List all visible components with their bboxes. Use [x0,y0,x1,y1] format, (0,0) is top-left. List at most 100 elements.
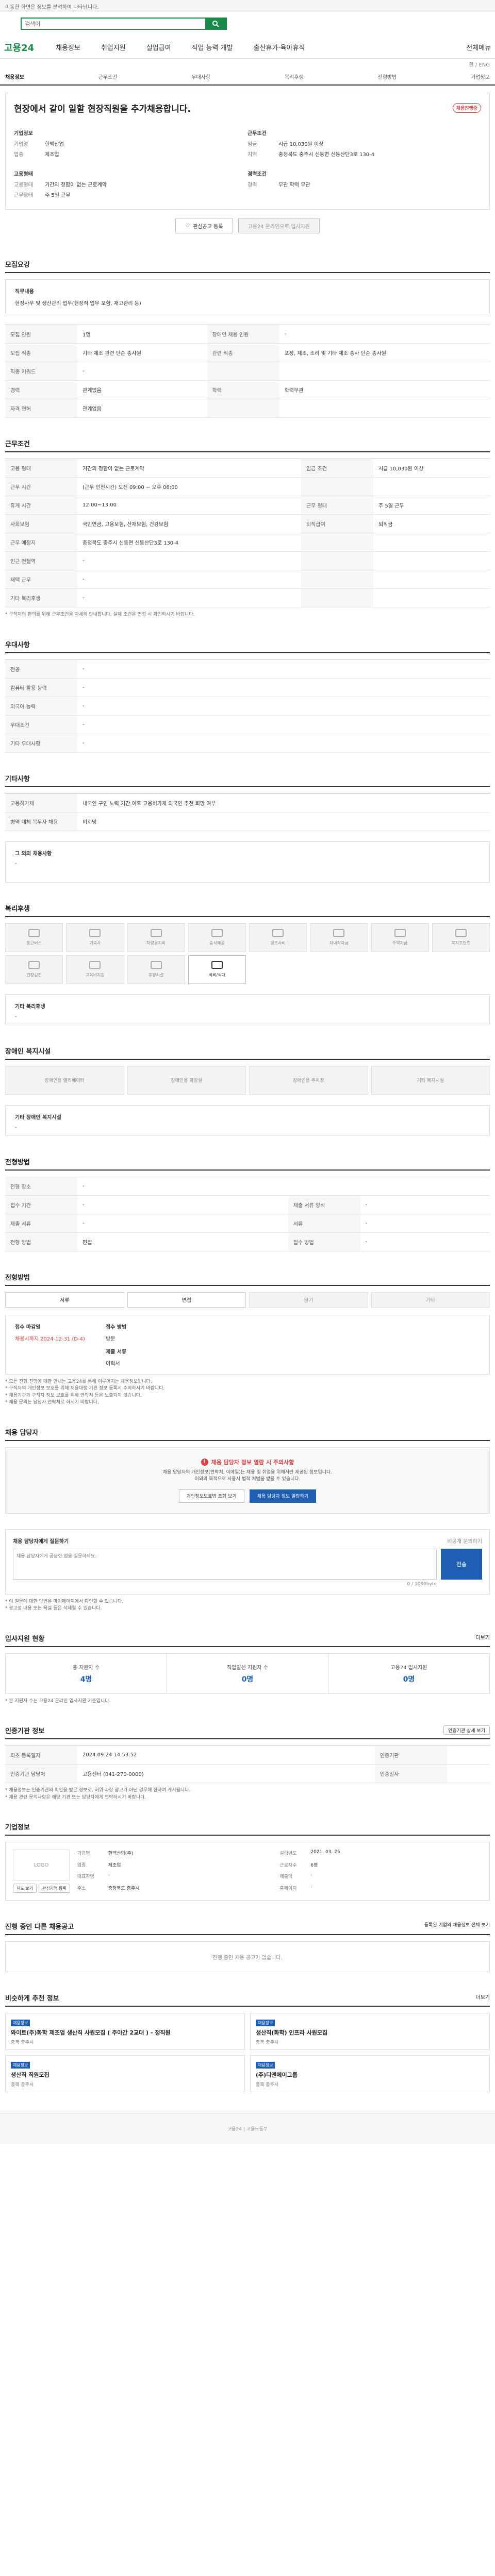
company-info-title: 기업정보 [14,131,33,137]
subnav-conditions[interactable]: 근무조건 [98,73,118,80]
rec-grid: 채용정보 와이트(주)화학 제조업 생산직 사원모집 ( 주야간 2교대 ) - … [5,2013,490,2092]
work-title: 근무조건 [5,438,490,452]
row-value: (근무 인천시간) 오전 09:00 ~ 오후 06:00 [77,477,301,496]
row-key: 근무 시간 [5,477,77,496]
contact-desc-2: 이외의 목적으로 사용시 법적 처벌을 받을 수 있습니다. [194,1477,301,1482]
deadline-value: 채용시까지 2024-12-31 (D-4) [15,1336,85,1342]
field-key: 홈페이지 [279,1886,297,1891]
subnav-method[interactable]: 전형방법 [378,73,397,80]
recruit-table: 모집 인원 1명 장애인 채용 인원 - 모집 직종 기타 제조 관련 단순 종사원 관련 … [5,325,490,418]
top-notice-bar: 이동한 화면은 정보를 분석하여 나타납니다. [0,0,495,11]
table-row: 전형 방법 면접 접수 방법 - [5,1232,490,1251]
map-button[interactable]: 지도 보기 [13,1884,37,1893]
row-key-2: 근무 형태 [301,496,373,515]
row-value: 기타 제조 관련 단순 종사원 [77,343,207,362]
row-key: 전형 방법 [5,1232,77,1251]
disab-elevator: 장애인용 엘리베이터 [5,1065,124,1095]
row-value: - [77,734,490,753]
rec-section: 비슷하게 추천 정보 더보기 채용정보 와이트(주)화학 제조업 생산직 사원모집 … [5,1993,490,2092]
view-contact-button[interactable]: 채용 담당자 정보 열람하기 [249,1489,317,1503]
logo[interactable]: 고용24 [4,41,35,54]
agency-detail-button[interactable]: 인증기관 상세 보기 [443,1725,490,1735]
welfare-icon [89,961,101,969]
jeonhyeong-section: 전형방법 서류 면접 필기 기타 접수 마감일 채용시까지 2024-12-31… [5,1272,490,1406]
wage-key: 임금 [248,142,257,147]
row-key-2: 퇴직급여 [301,514,373,533]
step-document: 서류 [5,1292,124,1308]
privacy-law-button[interactable]: 개인정보보호법 조항 보기 [178,1489,244,1503]
row-key: 컴퓨터 활용 능력 [5,678,77,697]
work-note: * 구직자의 편의를 위해 근무조건을 자세히 안내합니다. 실제 조건은 면접… [5,612,195,617]
company-field: 기업명 한백산업(주) [77,1850,280,1858]
gnb-item-benefit[interactable]: 실업급여 [146,42,171,52]
row-key-2: 관련 직종 [207,343,279,362]
career-value: 무관 학력 무관 [278,182,310,188]
search-input[interactable] [22,19,205,29]
search-button[interactable] [205,19,226,29]
rec-card-meta: 충북 충주시 [11,2040,34,2045]
row-value: - [77,1177,490,1196]
table-row: 제출 서류 - 서류 - [5,1214,490,1233]
jeonhyeong-notes: * 모든 전형 진행에 대한 안내는 고용24를 통해 이루어지는 채용정보입니… [5,1379,490,1406]
rec-more-link[interactable]: 더보기 [475,1993,490,2003]
rec-tag: 채용정보 [11,2020,30,2026]
others-more-link[interactable]: 등록된 기업의 채용정보 전체 보기 [424,1921,490,1931]
row-key: 전공 [5,659,77,679]
row-key: 제출 서류 [5,1214,77,1233]
search-icon [212,21,219,27]
welfare-label: 교육비지원 [85,973,105,977]
inquiry-private-toggle[interactable]: 비공개 문의하기 [447,1537,482,1545]
stat-value: 4명 [80,1675,92,1684]
step-interview: 면접 [127,1292,246,1308]
inquiry-input[interactable] [13,1548,437,1580]
company-title: 기업정보 [5,1822,490,1836]
fav-company-button[interactable]: 관심기업 등록 [38,1884,70,1893]
rec-card[interactable]: 채용정보 (주)디엔에이그룹 충북 충주시 [250,2055,490,2092]
table-row: 기타 복리후생 - [5,588,490,607]
row-key: 직종 키워드 [5,362,77,381]
subnav-welfare[interactable]: 복리후생 [285,73,304,80]
other-sub-text: - [15,860,17,867]
row-key: 사회보험 [5,514,77,533]
welfare-item: 교육비지원 [66,955,124,984]
subnav-recruit[interactable]: 채용정보 [5,73,24,80]
gnb-item-support[interactable]: 취업지원 [101,42,126,52]
stat-value: 0명 [403,1675,415,1684]
recruit-section: 모집요강 직무내용 현장사무 및 생산관리 업무(현장직 업무 포함, 재고관리… [5,259,490,418]
company-value: 한백산업 [45,142,64,147]
region-key: 지역 [248,152,257,158]
method-section: 전형방법 전형 장소 - 접수 기간 - 제출 서류 양식 - 제출 서류 - 서류 - 전형 방법… [5,1157,490,1251]
row-value-2 [279,362,490,381]
contact-alert: 채용 담당자 정보 열람 시 주의사항 [211,1459,294,1466]
row-value: 기간의 정함이 없는 근로계약 [77,459,301,478]
lang-switch[interactable]: 한 / ENG [0,59,495,68]
all-menu-button[interactable]: 전체메뉴 [466,42,491,52]
apply-online-button[interactable]: 고용24 온라인으로 입사지원 [238,218,320,233]
status-more-link[interactable]: 더보기 [475,1633,490,1643]
agency-note-2: * 채용 관련 문의사항은 해당 기관 또는 담당자에게 연락하시기 바랍니다. [5,1794,146,1800]
gnb-item-training[interactable]: 직업 능력 개발 [192,42,233,52]
inquiry-send-button[interactable]: 전송 [441,1548,482,1580]
welfare-icon [150,961,162,969]
gnb-item-leave[interactable]: 출산휴가·육아휴직 [254,42,305,52]
rec-card[interactable]: 채용정보 와이트(주)화학 제조업 생산직 사원모집 ( 주야간 2교대 ) - … [5,2013,245,2050]
top-notice-text: 이동한 화면은 정보를 분석하여 나타납니다. [5,5,99,10]
apply-method-title: 접수 방법 [105,1324,127,1330]
rec-card[interactable]: 채용정보 생산직 직원모집 충북 충주시 [5,2055,245,2092]
field-value: 충청북도 충주시 [108,1886,140,1891]
subnav-preference[interactable]: 우대사항 [191,73,210,80]
row-value: 충청북도 충주시 신동면 신동산단3로 130-4 [77,533,301,552]
table-row: 기타 우대사항 - [5,734,490,753]
row-value: - [77,697,490,716]
row-key-2: 서류 [288,1214,360,1233]
search-row [0,11,495,36]
footer: 고용24 | 고용노동부 [0,2113,495,2144]
row-key: 병역 대체 복무자 채용 [5,812,77,831]
scrap-button[interactable]: ♡ 관심공고 등록 [175,218,233,233]
welfare-label: 경조사비 [270,941,286,945]
field-value: - [310,1873,312,1878]
gnb-item-jobs[interactable]: 채용정보 [56,42,80,52]
welfare-item: 복지포인트 [432,923,490,952]
rec-card[interactable]: 채용정보 생산직(화학) 인프라 사원모집 충북 충주시 [250,2013,490,2050]
subnav-company[interactable]: 기업정보 [471,73,490,80]
